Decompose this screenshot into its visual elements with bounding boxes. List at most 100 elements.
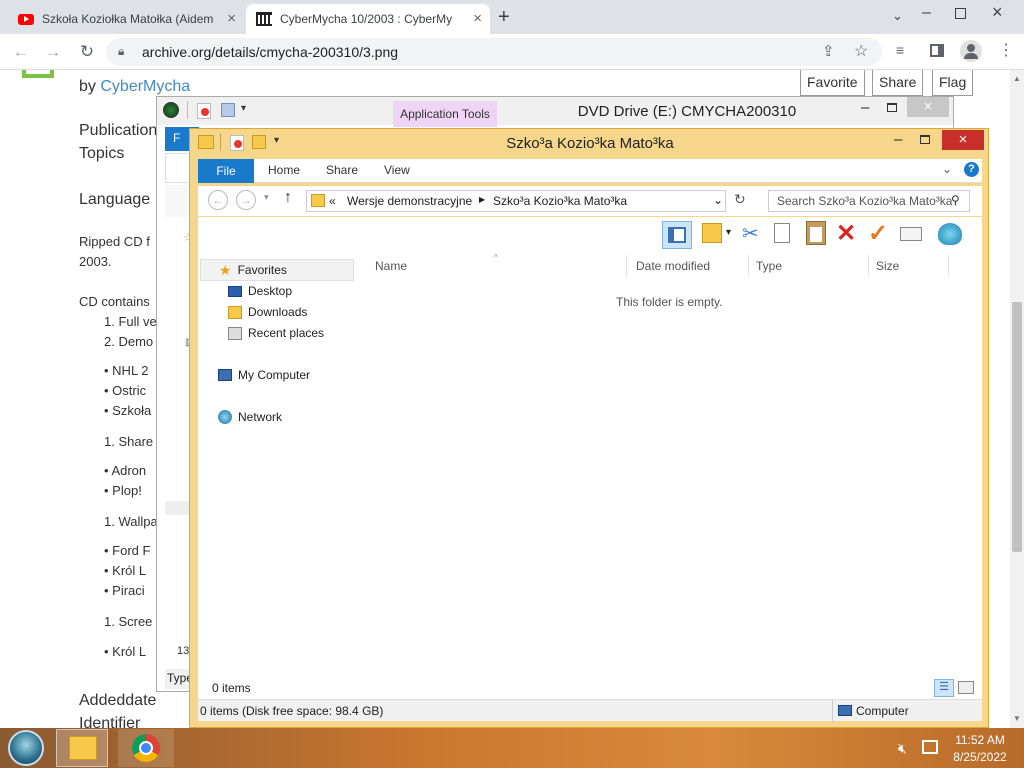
nav-network[interactable]: Network [218, 410, 282, 424]
application-tools-tab[interactable]: Application Tools [393, 101, 497, 127]
address-dropdown-icon[interactable]: ⌄ [713, 193, 723, 207]
address-bar[interactable]: 🔒︎ archive.org/details/cmycha-200310/3.p… [106, 38, 882, 66]
scroll-down-icon[interactable]: ▼ [1013, 714, 1021, 723]
layout-pane-icon[interactable] [662, 221, 692, 249]
nav-my-computer[interactable]: My Computer [218, 368, 310, 382]
ribbon-tabs: File Home Share View ⌄ ? [198, 159, 982, 183]
side-panel-icon[interactable] [930, 44, 944, 57]
breadcrumb-chevron-icon[interactable]: ▶ [479, 195, 485, 204]
search-input[interactable]: Search Szko³a Kozio³ka Mato³ka ⚲ [768, 190, 970, 212]
recent-locations-icon[interactable]: ▾ [264, 192, 269, 203]
reload-icon[interactable]: ↻ [76, 41, 98, 63]
cut-icon[interactable]: ✂ [742, 221, 759, 246]
forward-icon[interactable]: → [236, 190, 256, 210]
close-icon[interactable]: × [907, 97, 949, 117]
list-item: • NHL 2 [104, 363, 149, 378]
reading-list-icon[interactable]: ≡ [896, 42, 904, 58]
paste-icon[interactable] [806, 221, 826, 245]
breadcrumb-item[interactable]: Wersje demonstracyjne [347, 194, 472, 208]
file-explorer-icon [69, 736, 97, 760]
copy-icon[interactable] [774, 223, 790, 243]
column-name[interactable]: Name [375, 259, 407, 273]
properties-box-icon[interactable] [900, 227, 922, 241]
close-tab-icon[interactable]: × [227, 10, 236, 27]
column-size[interactable]: Size [876, 259, 899, 273]
tab-share[interactable]: Share [326, 163, 358, 177]
close-tab-icon[interactable]: × [473, 10, 482, 27]
tab-title: Szkoła Koziołka Matołka (Aidem [42, 12, 214, 26]
maximize-icon[interactable] [920, 135, 930, 144]
expand-ribbon-icon[interactable]: ⌄ [942, 162, 952, 176]
properties-icon[interactable] [197, 103, 211, 119]
minimize-icon[interactable]: – [894, 131, 902, 148]
tab-cybermycha[interactable]: CyberMycha 10/2003 : CyberMy × [246, 4, 490, 34]
lock-icon: 🔒︎ [118, 44, 125, 58]
new-tab-icon[interactable]: + [498, 6, 510, 29]
network-status-icon[interactable] [922, 740, 938, 754]
menu-kebab-icon[interactable]: ⋮ [998, 40, 1014, 60]
share-icon[interactable]: ⇪ [822, 42, 835, 60]
minimize-icon[interactable]: – [861, 99, 869, 116]
share-button[interactable]: Share [872, 70, 924, 96]
item-count: 0 items [212, 681, 251, 695]
restore-icon[interactable] [955, 8, 966, 19]
profile-avatar-icon[interactable] [960, 40, 982, 62]
back-icon[interactable]: ← [10, 41, 32, 63]
folder-check-icon[interactable] [702, 223, 722, 243]
scrollbar-thumb[interactable] [1012, 302, 1022, 552]
taskbar-chrome-button[interactable] [118, 729, 174, 767]
help-icon[interactable]: ? [964, 162, 979, 177]
details-view-icon[interactable]: ☰ [934, 679, 954, 697]
taskbar-explorer-button[interactable] [56, 729, 108, 767]
byline: by CyberMycha [79, 78, 190, 96]
tab-search-icon[interactable]: ⌄ [892, 8, 903, 24]
breadcrumb-item[interactable]: Szko³a Kozio³ka Mato³ka [493, 194, 627, 208]
column-date-modified[interactable]: Date modified [636, 259, 710, 273]
list-item: 1. Share [104, 434, 154, 449]
clock-date[interactable]: 8/25/2022 [948, 750, 1012, 764]
tab-file[interactable]: File [198, 159, 254, 183]
close-icon[interactable]: × [942, 130, 984, 150]
tab-home[interactable]: Home [268, 163, 300, 177]
empty-folder-message: This folder is empty. [616, 295, 723, 309]
back-icon[interactable]: ← [208, 190, 228, 210]
list-item: 1. Scree [104, 614, 153, 629]
author-link[interactable]: CyberMycha [100, 78, 190, 95]
archive-icon [256, 12, 272, 26]
rename-check-icon[interactable]: ✓ [868, 219, 888, 248]
start-button-icon[interactable] [8, 730, 44, 766]
address-bar[interactable]: « Wersje demonstracyjne ▶ Szko³a Kozio³k… [306, 190, 726, 212]
favorite-button[interactable]: Favorite [800, 70, 865, 96]
clock-time[interactable]: 11:52 AM [948, 733, 1012, 747]
views-dropdown-icon[interactable]: ▾ [726, 227, 731, 238]
star-icon: ★ [219, 261, 232, 278]
bookmark-star-icon[interactable]: ☆ [854, 41, 868, 61]
large-icons-view-icon[interactable] [958, 681, 974, 694]
new-folder-icon[interactable] [221, 103, 235, 117]
minimize-icon[interactable]: – [922, 4, 931, 22]
up-icon[interactable]: ↑ [284, 189, 292, 207]
qat-dropdown-icon[interactable]: ▾ [241, 103, 246, 114]
refresh-icon[interactable]: ↻ [734, 191, 746, 208]
maximize-icon[interactable] [887, 103, 897, 112]
scroll-up-icon[interactable]: ▲ [1013, 74, 1021, 83]
page-scrollbar[interactable]: ▲ ▼ [1010, 70, 1024, 728]
forward-icon[interactable]: → [42, 41, 64, 63]
nav-downloads[interactable]: Downloads [228, 305, 307, 319]
globe-icon[interactable] [938, 223, 962, 245]
nav-recent-places[interactable]: Recent places [228, 326, 324, 340]
tab-szkola[interactable]: Szkoła Koziołka Matołka (Aidem × [8, 4, 244, 34]
delete-icon[interactable]: ✕ [836, 219, 856, 248]
breadcrumb-overflow[interactable]: « [329, 194, 336, 208]
nav-favorites[interactable]: ★ Favorites [200, 259, 354, 281]
chrome-icon [132, 734, 160, 762]
tab-view[interactable]: View [384, 163, 410, 177]
volume-muted-icon[interactable]: 🔇︎ [898, 740, 907, 757]
flag-button[interactable]: Flag [932, 70, 974, 96]
nav-desktop[interactable]: Desktop [228, 284, 292, 298]
close-window-icon[interactable]: × [992, 2, 1003, 23]
downloads-folder-icon [228, 305, 242, 319]
column-type[interactable]: Type [756, 259, 782, 273]
nav-label: Recent places [248, 326, 325, 340]
list-item: • Ford F [104, 543, 151, 558]
